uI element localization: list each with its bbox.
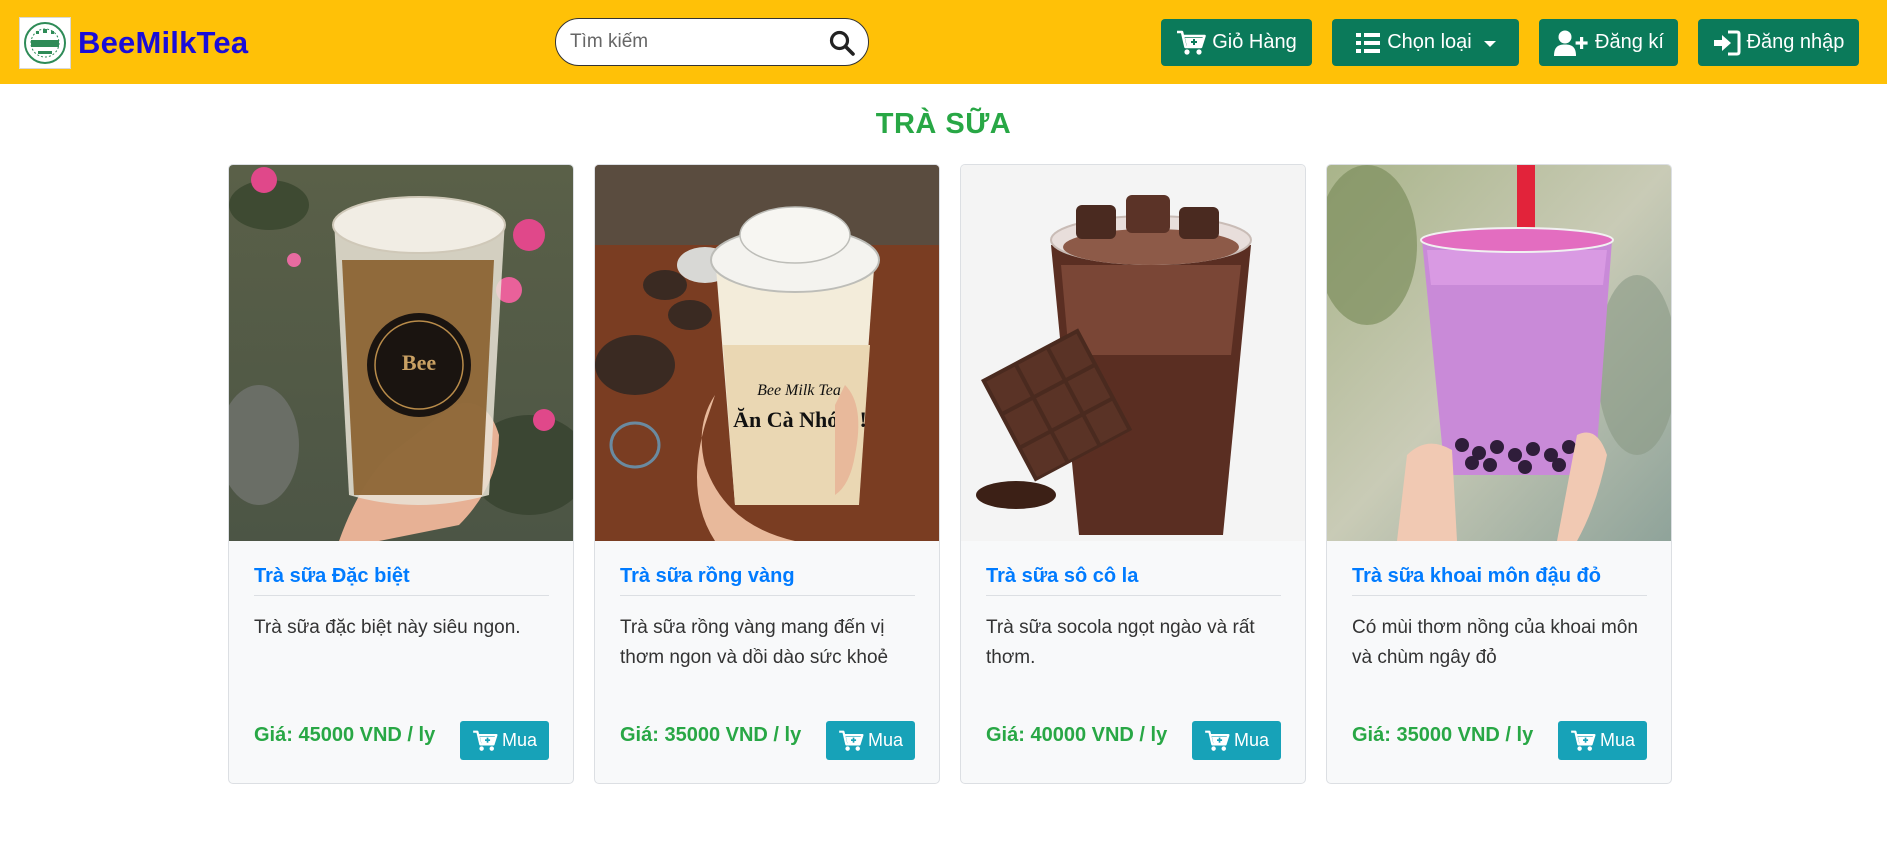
buy-button-label: Mua [1233,730,1269,750]
section-title: TRÀ SỮA [875,108,1012,140]
product-description: Có mùi thơm nồng của khoai môn và chùm n… [1352,617,1638,668]
cart-button[interactable]: Giỏ Hàng [1161,19,1312,66]
register-button[interactable]: Đăng kí [1539,19,1678,66]
product-description: Trà sữa rồng vàng mang đến vị thơm ngon … [620,617,889,668]
buy-button[interactable]: Mua [1558,721,1647,760]
cart-plus-icon [472,730,498,752]
product-description: Trà sữa đặc biệt này siêu ngon. [254,617,521,638]
category-button-label: Chọn loại [1387,31,1472,53]
svg-text:Bee: Bee [402,350,436,375]
bee-milk-tea-logo [19,17,71,69]
product-name[interactable]: Trà sữa khoai môn đậu đỏ [1352,565,1647,596]
product-price: Giá: 45000 VND / ly [254,724,436,746]
svg-text:Bee Milk Tea: Bee Milk Tea [757,382,841,399]
buy-button[interactable]: Mua [826,721,915,760]
product-name[interactable]: Trà sữa sô cô la [986,565,1281,596]
search-icon [829,30,855,56]
login-button[interactable]: Đăng nhập [1698,19,1859,66]
product-price: Giá: 35000 VND / ly [1352,724,1534,746]
product-card: Trà sữa sô cô la Trà sữa socola ngọt ngà… [960,164,1306,784]
cart-plus-icon [1176,30,1207,56]
search-button[interactable] [828,29,856,57]
sign-in-icon [1713,30,1741,56]
product-card: Bee Trà sữa Đặc biệt Trà sữa đặc biệt nà… [228,164,574,784]
cart-plus-icon [838,730,864,752]
cart-plus-icon [1204,730,1230,752]
search-input[interactable] [570,27,810,57]
search-box [555,18,869,66]
product-image[interactable] [1327,165,1671,541]
product-card: Trà sữa khoai môn đậu đỏ Có mùi thơm nồn… [1326,164,1672,784]
buy-button-label: Mua [501,730,537,750]
product-name[interactable]: Trà sữa Đặc biệt [254,565,549,596]
product-description: Trà sữa socola ngọt ngào và rất thơm. [986,617,1255,668]
product-image[interactable] [961,165,1305,541]
login-button-label: Đăng nhập [1746,31,1845,53]
buy-button[interactable]: Mua [460,721,549,760]
product-image[interactable]: Bee [229,165,573,541]
cart-plus-icon [1570,730,1596,752]
chevron-down-icon [1483,40,1496,47]
brand-name: BeeMilkTea [78,25,249,60]
product-image[interactable]: Bee Milk Tea Ăn Cà Nhớ !!! [595,165,939,541]
category-dropdown-button[interactable]: Chọn loại [1332,19,1519,66]
cart-button-label: Giỏ Hàng [1212,31,1297,53]
product-name[interactable]: Trà sữa rồng vàng [620,565,915,596]
register-button-label: Đăng kí [1595,31,1664,53]
product-price: Giá: 40000 VND / ly [986,724,1168,746]
list-icon [1355,31,1381,55]
buy-button-label: Mua [867,730,903,750]
buy-button-label: Mua [1599,730,1635,750]
top-navbar: BeeMilkTea Giỏ Hàng [0,0,1887,84]
brand[interactable]: BeeMilkTea [19,17,248,69]
product-card: Bee Milk Tea Ăn Cà Nhớ !!! Trà sữa rồng … [594,164,940,784]
buy-button[interactable]: Mua [1192,721,1281,760]
product-price: Giá: 35000 VND / ly [620,724,802,746]
user-plus-icon [1553,29,1589,57]
